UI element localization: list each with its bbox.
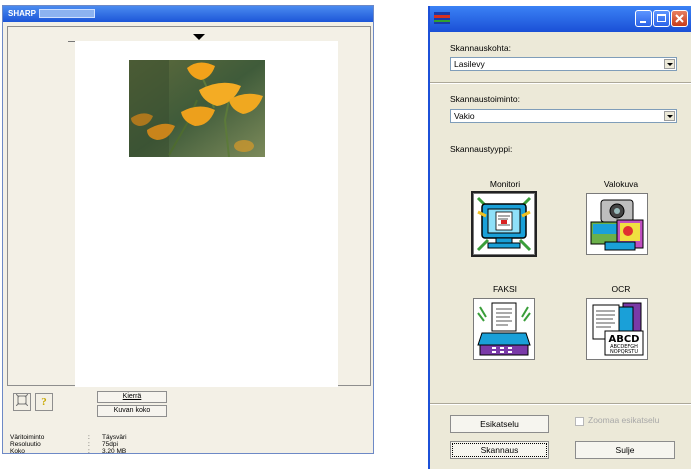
photo-icon	[590, 199, 644, 251]
fit-page-button[interactable]	[13, 393, 31, 411]
ocr-type-button[interactable]: ABCD ABCDEFGH NOPQRSTU	[586, 298, 648, 360]
monitor-label: Monitori	[489, 179, 521, 189]
info-row: Koko : 3.20 MB	[10, 448, 127, 455]
monitor-icon	[476, 196, 532, 252]
preview-button[interactable]: Esikatselu	[450, 415, 549, 433]
fax-label: FAKSI	[492, 284, 518, 294]
fit-page-icon	[15, 393, 29, 411]
image-size-button[interactable]: Kuvan koko	[97, 405, 167, 417]
scan-source-label: Skannauskohta:	[450, 43, 511, 53]
close-button[interactable]: Sulje	[575, 441, 675, 459]
fax-icon	[477, 302, 531, 356]
fax-type-button[interactable]	[473, 298, 535, 360]
scan-source-select[interactable]: Lasilevy	[450, 57, 677, 71]
ocr-icon: ABCD ABCDEFGH NOPQRSTU	[592, 302, 644, 356]
info-row: Väritoiminto : Täysväri	[10, 434, 127, 441]
preview-image[interactable]	[129, 60, 265, 157]
close-icon	[675, 14, 684, 23]
scan-type-label: Skannaustyyppi:	[450, 144, 513, 154]
preview-window: SHARP ? Kierrä Kuvan koko Väritoiminto:…	[2, 5, 374, 455]
help-icon: ?	[41, 396, 47, 408]
photo-type-button[interactable]	[586, 193, 648, 255]
divider	[430, 403, 691, 405]
title-field	[39, 9, 95, 18]
scan-mode-select[interactable]: Vakio	[450, 109, 677, 123]
minimize-button[interactable]	[635, 10, 652, 27]
scan-dialog: Skannauskohta: Lasilevy Skannaustoiminto…	[428, 6, 691, 469]
scan-position-marker	[193, 34, 205, 40]
scan-button[interactable]: Skannaus	[450, 441, 549, 459]
ocr-label: OCR	[611, 284, 631, 294]
close-window-button[interactable]	[671, 10, 688, 27]
ocr-sample-line2: NOPQRSTU	[610, 349, 638, 355]
rotate-button[interactable]: Kierrä	[97, 391, 167, 403]
photo-label: Valokuva	[603, 179, 639, 189]
zoom-preview-checkbox[interactable]	[575, 417, 584, 426]
help-button[interactable]: ?	[35, 393, 53, 411]
preview-area	[7, 26, 371, 387]
dialog-titlebar	[430, 6, 691, 32]
scan-mode-label: Skannaustoiminto:	[450, 94, 520, 104]
preview-window-titlebar: SHARP	[3, 6, 373, 22]
preview-window-title: SHARP	[8, 9, 37, 18]
chevron-down-icon[interactable]	[664, 59, 675, 69]
info-row: Resoluutio : 75dpi	[10, 441, 118, 448]
monitor-type-button[interactable]	[471, 191, 537, 257]
chevron-down-icon[interactable]	[664, 111, 675, 121]
app-icon	[434, 11, 450, 24]
scan-info: Väritoiminto : Täysväri Resoluutio : 75d…	[10, 434, 170, 455]
zoom-preview-label: Zoomaa esikatselu	[588, 415, 660, 425]
maximize-icon	[657, 14, 666, 22]
maximize-button[interactable]	[653, 10, 670, 27]
divider	[430, 82, 691, 84]
minimize-icon	[640, 21, 646, 23]
